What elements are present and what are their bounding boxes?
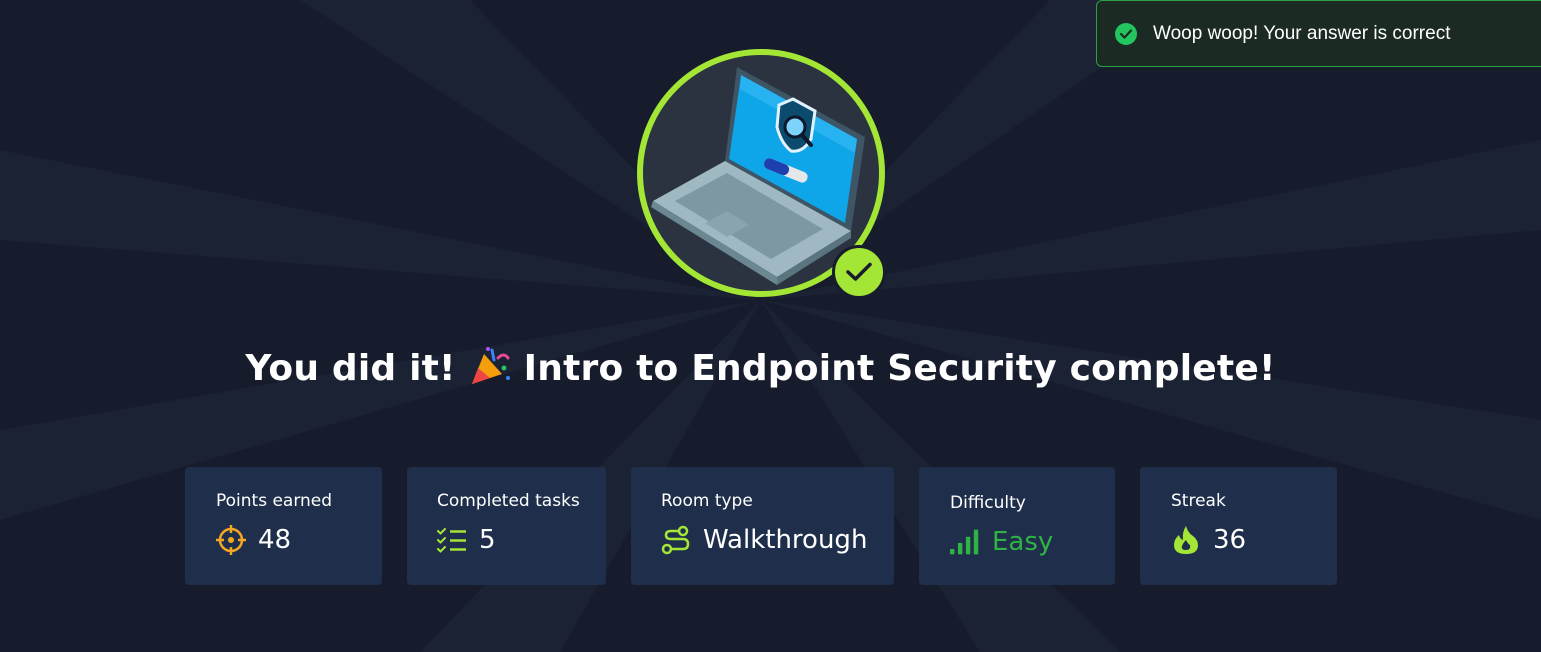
signal-bars-icon	[950, 527, 980, 557]
heading-part2: Intro to Endpoint Security complete!	[523, 348, 1276, 389]
stat-value: 48	[258, 525, 292, 555]
stat-label: Streak	[1171, 491, 1226, 511]
stat-value: 5	[479, 525, 496, 555]
party-popper-icon	[468, 346, 512, 386]
completion-heading: You did it! Intro to Endpoint Security c…	[0, 346, 1521, 389]
stat-label: Completed tasks	[437, 491, 580, 511]
flame-icon	[1171, 525, 1201, 555]
stat-card-points: Points earned 48	[185, 467, 382, 585]
completion-screen: Woop woop! Your answer is correct You di…	[0, 0, 1541, 652]
completed-checkmark	[832, 245, 886, 299]
heading-part1: You did it!	[245, 348, 456, 389]
stat-label: Points earned	[216, 491, 333, 511]
stat-value: Walkthrough	[703, 525, 868, 555]
route-icon	[661, 525, 691, 555]
stat-value: Easy	[992, 527, 1054, 557]
stat-card-streak: Streak 36	[1140, 467, 1337, 585]
target-icon	[216, 525, 246, 555]
stat-label: Room type	[661, 491, 753, 511]
stat-label: Difficulty	[950, 493, 1026, 513]
checkmark-icon	[846, 262, 872, 281]
stat-value: 36	[1213, 525, 1247, 555]
stat-card-difficulty: Difficulty Easy	[919, 467, 1115, 585]
stat-card-room-type: Room type Walkthrough	[631, 467, 894, 585]
toast-message: Woop woop! Your answer is correct	[1153, 22, 1451, 44]
check-circle-icon	[1115, 22, 1137, 45]
success-toast: Woop woop! Your answer is correct	[1096, 0, 1541, 67]
checklist-icon	[437, 525, 467, 555]
stat-card-tasks: Completed tasks 5	[407, 467, 606, 585]
